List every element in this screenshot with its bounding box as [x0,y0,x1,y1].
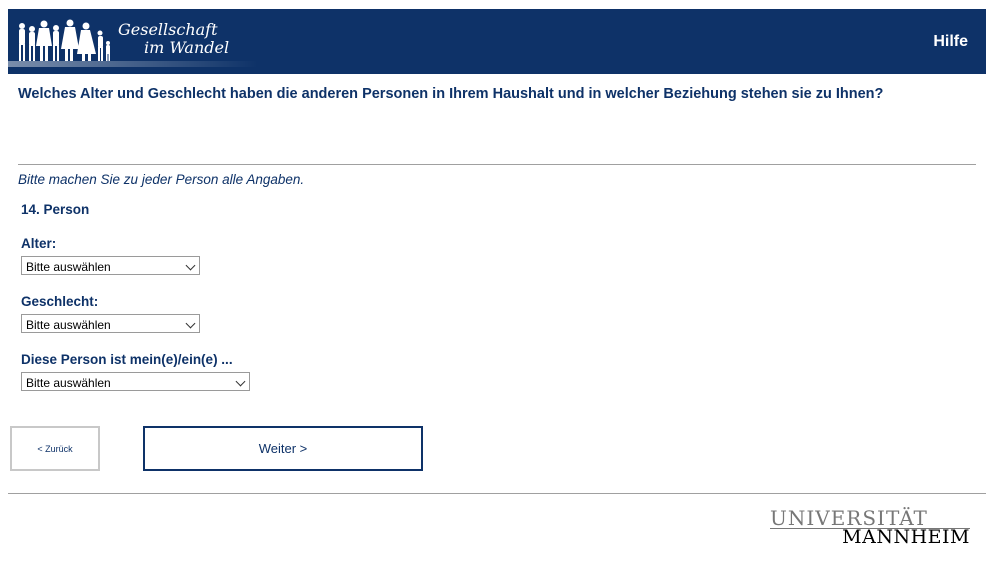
chevron-down-icon [235,376,246,387]
age-select-value: Bitte auswählen [26,260,111,274]
chevron-down-icon [185,318,196,329]
university-line-2: MANNHEIM [842,526,970,548]
relationship-select[interactable]: Bitte auswählen [21,372,250,391]
person-heading: 14. Person [21,202,90,217]
logo-line-1: Gesellschaft [118,20,218,39]
gender-select[interactable]: Bitte auswählen [21,314,200,333]
divider [18,164,976,165]
university-mannheim-logo: UNIVERSITÄT MANNHEIM [770,506,972,548]
age-label: Alter: [21,236,57,251]
next-button[interactable]: Weiter > [143,426,423,471]
age-select[interactable]: Bitte auswählen [21,256,200,275]
chevron-down-icon [185,260,196,271]
logo-text: Gesellschaft im Wandel [118,21,229,57]
question-text: Welches Alter und Geschlecht haben die a… [18,86,884,102]
footer-divider [8,493,986,494]
header-bar: Gesellschaft im Wandel Hilfe [8,9,986,74]
gesellschaft-im-wandel-logo: Gesellschaft im Wandel [8,9,258,74]
relationship-select-value: Bitte auswählen [26,376,111,390]
logo-line-2: im Wandel [144,38,230,57]
relationship-label: Diese Person ist mein(e)/ein(e) ... [21,352,233,367]
instruction-text: Bitte machen Sie zu jeder Person alle An… [18,172,305,187]
gender-select-value: Bitte auswählen [26,318,111,332]
gender-label: Geschlecht: [21,294,99,309]
back-button[interactable]: < Zurück [10,426,100,471]
help-link[interactable]: Hilfe [933,33,968,51]
